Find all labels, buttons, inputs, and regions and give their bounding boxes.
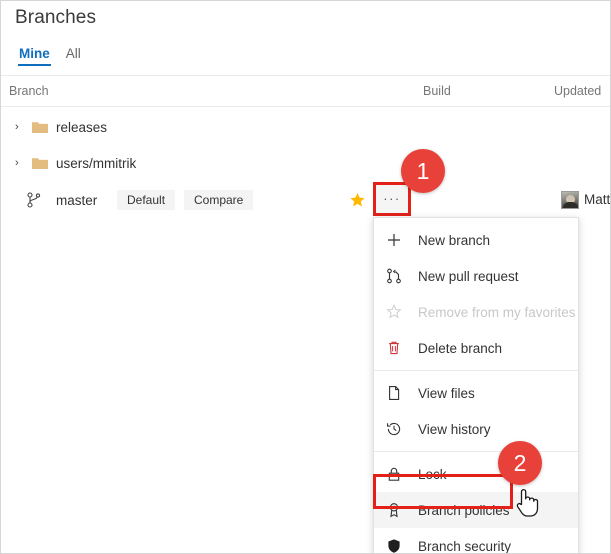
chevron-right-icon[interactable]: › [15,121,19,133]
menu-item-label: New branch [418,232,491,248]
tab-all[interactable]: All [58,45,89,63]
menu-item-remove-from-favorites: Remove from my favorites [374,294,578,330]
menu-item-branch-policies[interactable]: Branch policies [374,492,578,528]
menu-item-label: Branch policies [418,502,510,518]
column-header-updated: Updated [554,84,602,98]
menu-item-view-history[interactable]: View history [374,411,578,447]
menu-item-new-branch[interactable]: New branch [374,222,578,258]
menu-item-lock[interactable]: Lock [374,456,578,492]
menu-item-branch-security[interactable]: Branch security [374,528,578,554]
default-badge[interactable]: Default [117,190,176,210]
history-icon [386,420,408,438]
branch-name: master [56,192,98,208]
menu-item-view-files[interactable]: View files [374,375,578,411]
menu-separator [374,451,578,452]
pull-request-icon [386,267,408,285]
menu-item-label: Lock [418,466,447,482]
compare-button[interactable]: Compare [184,190,254,210]
callout-badge-2: 2 [498,441,542,485]
folder-icon [32,157,48,170]
column-header-branch: Branch [9,84,49,98]
avatar-body [563,202,578,208]
pivot-tabs: Mine All [1,45,610,73]
folder-icon [32,121,48,134]
menu-item-label: View files [418,385,475,401]
star-outline-icon [386,303,408,321]
favorite-star-icon[interactable] [349,192,366,209]
menu-separator [374,370,578,371]
policy-icon [386,501,408,519]
hand-cursor-icon [513,486,539,518]
more-button[interactable]: ··· [376,185,408,213]
menu-item-label: View history [418,421,491,437]
branch-name: releases [56,119,108,135]
branch-name: users/mmitrik [56,155,137,171]
menu-item-delete-branch[interactable]: Delete branch [374,330,578,366]
page-title: Branches [15,7,97,28]
plus-icon [386,231,408,249]
menu-item-label: Branch security [418,538,512,554]
column-header-build: Build [423,84,451,98]
table-row[interactable]: › releases [1,109,610,145]
chevron-right-icon[interactable]: › [15,157,19,169]
file-icon [386,384,408,402]
trash-icon [386,339,408,357]
avatar [561,191,579,209]
branch-icon [26,192,42,208]
menu-item-label: Remove from my favorites [418,304,576,320]
column-header-row: Branch Build Updated [1,75,610,107]
branch-context-menu: New branch New pull request Remove from … [373,217,579,554]
lock-icon [386,465,408,483]
table-row[interactable]: › users/mmitrik [1,145,610,181]
tab-mine[interactable]: Mine [11,45,58,66]
menu-item-label: Delete branch [418,340,503,356]
menu-item-new-pull-request[interactable]: New pull request [374,258,578,294]
table-row[interactable]: master Default Compare [1,182,610,218]
callout-badge-1: 1 [401,149,445,193]
owner-name: Matt [584,192,611,207]
shield-icon [386,537,408,553]
menu-item-label: New pull request [418,268,519,284]
branches-page: Branches Mine All Branch Build Updated ›… [0,0,611,554]
